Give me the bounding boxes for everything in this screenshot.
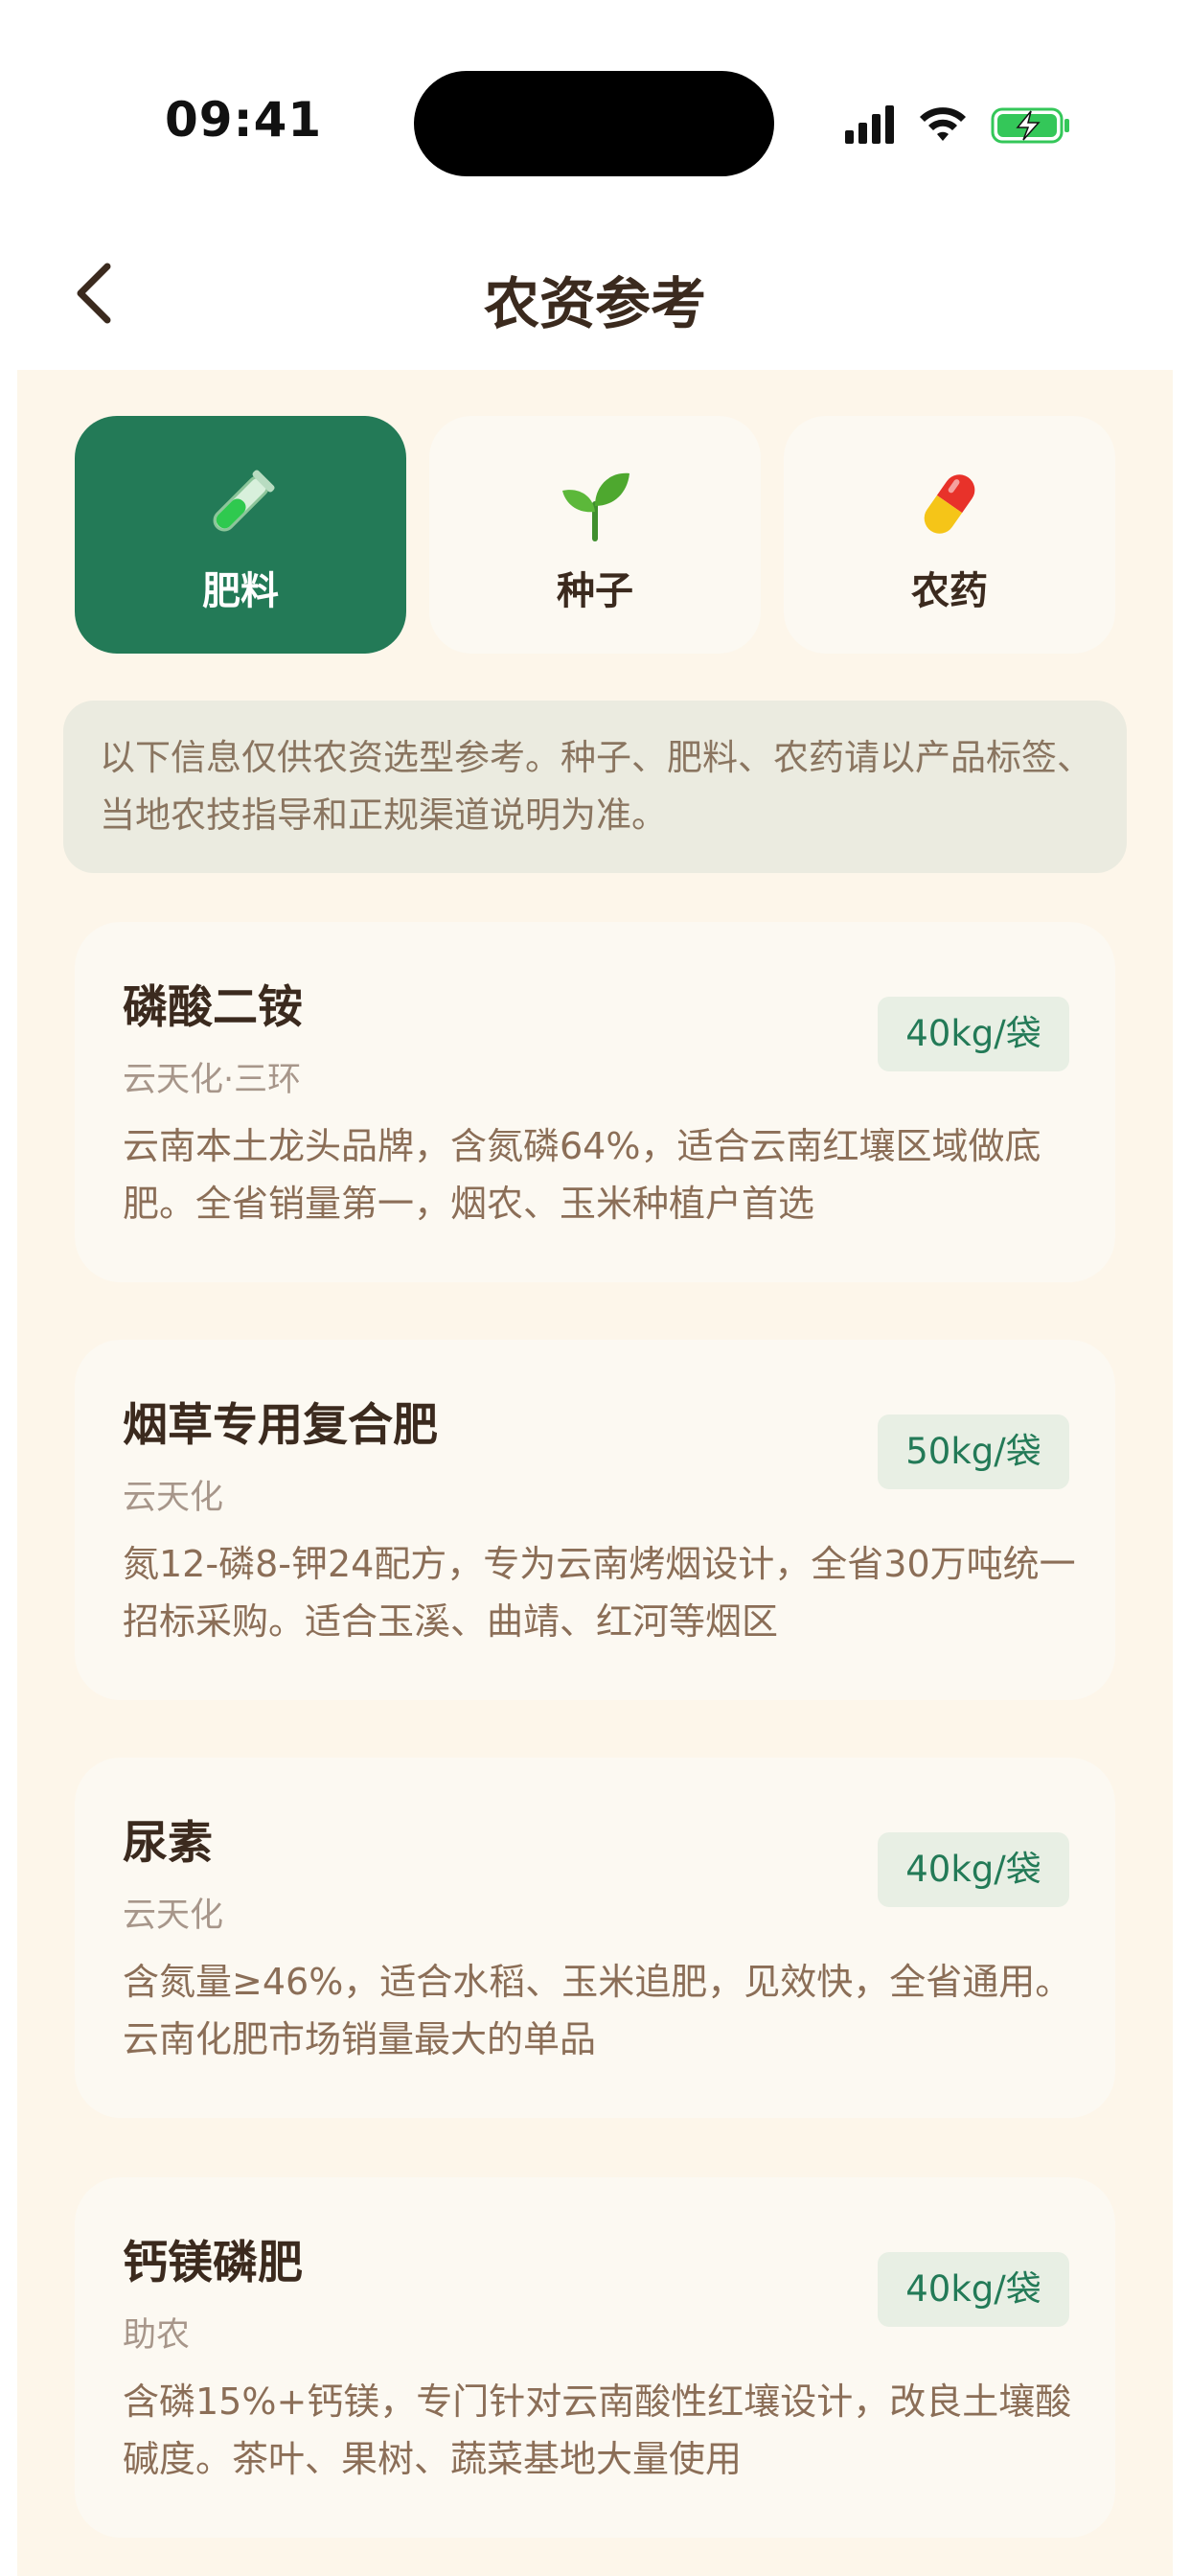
- seedling-icon: [429, 466, 761, 542]
- status-icons: [845, 105, 1069, 144]
- status-bar: 09:41: [0, 0, 1190, 220]
- product-brand: 云天化: [123, 1479, 224, 1517]
- product-description: 氮12-磷8-钾24配方，专为云南烤烟设计，全省30万吨统一招标采购。适合玉溪、…: [123, 1543, 1076, 1643]
- product-description: 云南本土龙头品牌，含氮磷64%，适合云南红壤区域做底肥。全省销量第一，烟农、玉米…: [123, 1125, 1041, 1225]
- test-tube-icon: [75, 466, 406, 542]
- pill-icon: [784, 466, 1115, 542]
- tab-pesticide[interactable]: 农药: [784, 416, 1115, 654]
- wifi-icon: [920, 107, 966, 141]
- product-card[interactable]: 钙镁磷肥 助农 40kg/袋 含磷15%+钙镁，专门针对云南酸性红壤设计，改良土…: [75, 2177, 1115, 2538]
- navigation-header: 农资参考: [0, 220, 1190, 370]
- product-description: 含氮量≥46%，适合水稻、玉米追肥，见效快，全省通用。云南化肥市场销量最大的单品: [123, 1961, 1072, 2060]
- product-name: 磷酸二铵: [123, 981, 303, 1034]
- page-title: 农资参考: [483, 271, 706, 336]
- tab-label: 肥料: [202, 569, 279, 613]
- tab-label: 种子: [557, 569, 633, 613]
- package-spec-badge: 40kg/袋: [878, 997, 1069, 1071]
- product-card[interactable]: 尿素 云天化 40kg/袋 含氮量≥46%，适合水稻、玉米追肥，见效快，全省通用…: [75, 1758, 1115, 2118]
- product-name: 尿素: [123, 1817, 213, 1870]
- content-area: 肥料 种子 农药 以下信息仅供农资选型参考。种子、肥料、农药请以产品标签、当地农…: [17, 370, 1173, 2576]
- product-brand: 云天化·三环: [123, 1061, 302, 1099]
- category-tabs: 肥料 种子 农药: [75, 416, 1115, 654]
- tab-label: 农药: [911, 569, 988, 613]
- battery-charging-icon: [991, 107, 1069, 144]
- product-brand: 云天化: [123, 1897, 224, 1935]
- product-card[interactable]: 磷酸二铵 云天化·三环 40kg/袋 云南本土龙头品牌，含氮磷64%，适合云南红…: [75, 922, 1115, 1282]
- cellular-signal-icon: [845, 105, 894, 144]
- tab-fertilizer[interactable]: 肥料: [75, 416, 406, 654]
- product-name: 烟草专用复合肥: [123, 1399, 438, 1452]
- product-description: 含磷15%+钙镁，专门针对云南酸性红壤设计，改良土壤酸碱度。茶叶、果树、蔬菜基地…: [123, 2380, 1072, 2480]
- product-name: 钙镁磷肥: [123, 2237, 303, 2289]
- dynamic-island: [414, 71, 774, 176]
- disclaimer-notice: 以下信息仅供农资选型参考。种子、肥料、农药请以产品标签、当地农技指导和正规渠道说…: [63, 701, 1127, 873]
- product-card[interactable]: 烟草专用复合肥 云天化 50kg/袋 氮12-磷8-钾24配方，专为云南烤烟设计…: [75, 1340, 1115, 1700]
- tab-seeds[interactable]: 种子: [429, 416, 761, 654]
- package-spec-badge: 50kg/袋: [878, 1414, 1069, 1489]
- package-spec-badge: 40kg/袋: [878, 2252, 1069, 2327]
- product-brand: 助农: [123, 2316, 191, 2355]
- package-spec-badge: 40kg/袋: [878, 1832, 1069, 1907]
- notice-text: 以下信息仅供农资选型参考。种子、肥料、农药请以产品标签、当地农技指导和正规渠道说…: [100, 737, 1092, 836]
- status-time: 09:41: [165, 92, 323, 148]
